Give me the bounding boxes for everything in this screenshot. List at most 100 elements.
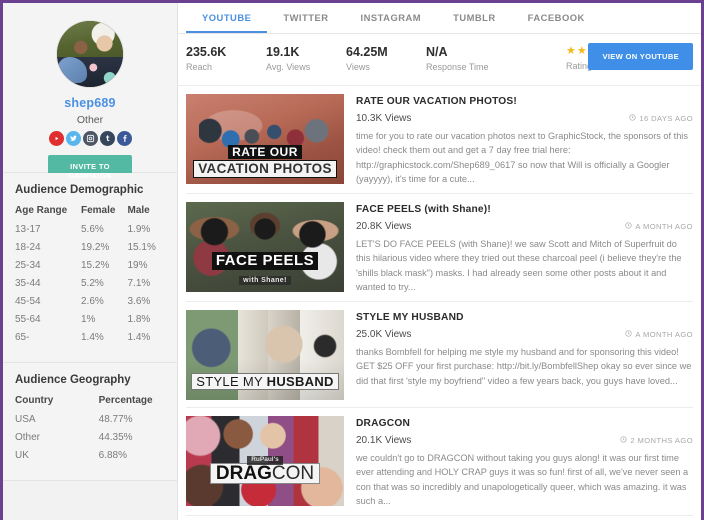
stat-label: Avg. Views <box>266 62 311 73</box>
video-info: RATE OUR VACATION PHOTOS! 10.3K Views 16 D… <box>356 94 693 186</box>
video-list-item[interactable]: RuPaul's DRAGCON DRAGCON 20.1K Views 2 MONTH… <box>186 408 693 516</box>
demographic-cell-1: 1.4% <box>81 332 104 343</box>
video-title[interactable]: FACE PEELS (with Shane)! <box>356 204 693 215</box>
profile-avatar[interactable] <box>57 21 123 87</box>
demographic-cell-2: 1.9% <box>127 224 151 235</box>
table-row: 55-64 1% 1.8% <box>15 314 165 332</box>
table-row: 13-17 5.6% 1.9% <box>15 224 165 242</box>
tab-tumblr[interactable]: TUMBLR <box>437 12 512 33</box>
table-row: UK 6.88% <box>15 450 165 468</box>
demographic-cell-1: 5.2% <box>81 278 104 289</box>
profile-card: shep689 Other INVITE TO CAMPAIGN <box>3 3 177 187</box>
video-description: LET'S DO FACE PEELS (with Shane)! we saw… <box>356 239 682 292</box>
geography-cell-0: UK <box>15 450 29 461</box>
video-list-item[interactable]: STYLE MY HUSBAND STYLE MY HUSBAND 25.0K Vi… <box>186 302 693 408</box>
video-thumbnail[interactable]: RATE OUR VACATION PHOTOS <box>186 94 344 184</box>
demographic-cell-2: 19% <box>127 260 148 271</box>
stat-avg-views: 19.1K Avg. Views <box>266 45 346 72</box>
stat-label: Response Time <box>426 62 489 73</box>
stat-value: 235.6K <box>186 45 227 59</box>
stat-value: 19.1K <box>266 45 300 59</box>
video-thumbnail[interactable]: FACE PEELS with Shane! <box>186 202 344 292</box>
tumblr-icon[interactable] <box>99 131 115 146</box>
video-thumbnail[interactable]: STYLE MY HUSBAND <box>186 310 344 400</box>
table-row: 65- 1.4% 1.4% <box>15 332 165 350</box>
video-published-text: 2 MONTHS AGO <box>630 436 693 445</box>
video-info: DRAGCON 20.1K Views 2 MONTHS AGO we couldn'… <box>356 416 693 508</box>
tab-youtube[interactable]: YOUTUBE <box>186 12 268 33</box>
thumbnail-subjects <box>186 310 344 400</box>
table-row: 45-54 2.6% 3.6% <box>15 296 165 314</box>
demographic-cell-2: 7.1% <box>127 278 151 289</box>
video-published-ago: A MONTH AGO <box>625 222 693 231</box>
platform-tabs: YOUTUBE TWITTER INSTAGRAM TUMBLR FACEBOOK <box>178 3 701 34</box>
video-title[interactable]: RATE OUR VACATION PHOTOS! <box>356 96 693 107</box>
demographic-cell-0: 13-17 <box>15 224 41 235</box>
demographic-cell-1: 2.6% <box>81 296 104 307</box>
video-title[interactable]: STYLE MY HUSBAND <box>356 312 693 323</box>
stat-reach: 235.6K Reach <box>186 45 266 72</box>
video-description: we couldn't go to DRAGCON without taking… <box>356 453 689 506</box>
social-links <box>13 131 167 146</box>
stat-label: Reach <box>186 62 213 73</box>
thumbnail-subjects <box>198 113 332 170</box>
audience-demographic-panel: Audience Demographic Age Range Female Ma… <box>3 173 177 363</box>
demographic-cell-0: 35-44 <box>15 278 41 289</box>
video-description: thanks Bombfell for helping me style my … <box>356 347 692 386</box>
tab-twitter[interactable]: TWITTER <box>267 12 344 33</box>
youtube-icon[interactable] <box>48 131 64 146</box>
video-meta: 10.3K Views 16 DAYS AGO <box>356 113 693 124</box>
profile-user-type: Other <box>76 114 104 126</box>
main-content: YOUTUBE TWITTER INSTAGRAM TUMBLR FACEBOOK 23… <box>178 3 701 520</box>
video-view-count: 25.0K Views <box>356 329 412 340</box>
profile-username[interactable]: shep689 <box>13 96 167 110</box>
facebook-icon[interactable] <box>116 131 132 146</box>
demographic-cell-0: 45-54 <box>15 296 41 307</box>
video-thumbnail[interactable]: RuPaul's DRAGCON <box>186 416 344 506</box>
table-row: USA 48.77% <box>15 414 165 432</box>
video-published-ago: 16 DAYS AGO <box>629 114 693 123</box>
video-published-text: A MONTH AGO <box>635 330 693 339</box>
table-row: 25-34 15.2% 19% <box>15 260 165 278</box>
column-header-country: Country <box>15 395 54 406</box>
demographic-cell-1: 1% <box>81 314 96 325</box>
audience-demographic-title: Audience Demographic <box>15 184 144 196</box>
demographic-cell-2: 1.4% <box>127 332 151 343</box>
column-header-male: Male <box>127 205 150 216</box>
demographic-cell-0: 55-64 <box>15 314 41 325</box>
video-published-text: A MONTH AGO <box>635 222 693 231</box>
geography-cell-0: Other <box>15 432 41 443</box>
tab-instagram[interactable]: INSTAGRAM <box>345 12 438 33</box>
instagram-icon[interactable] <box>82 131 98 146</box>
video-info: FACE PEELS (with Shane)! 20.8K Views A MON… <box>356 202 693 294</box>
audience-geography-title: Audience Geography <box>15 374 131 386</box>
demographic-cell-1: 19.2% <box>81 242 110 253</box>
video-published-ago: 2 MONTHS AGO <box>620 436 693 445</box>
column-header-percentage: Percentage <box>98 395 153 406</box>
stat-views: 64.25M Views <box>346 45 426 72</box>
stat-response-time: N/A Response Time <box>426 45 506 72</box>
geography-cell-0: USA <box>15 414 36 425</box>
table-header-row: Country Percentage <box>15 395 165 414</box>
stats-bar: 235.6K Reach 19.1K Avg. Views 64.25M Vie… <box>178 34 701 86</box>
video-description: time for you to rate our vacation photos… <box>356 131 688 184</box>
video-list-item[interactable]: RATE OUR VACATION PHOTOS RATE OUR VACATION… <box>186 86 693 194</box>
demographic-cell-1: 5.6% <box>81 224 104 235</box>
video-title[interactable]: DRAGCON <box>356 418 693 429</box>
twitter-icon[interactable] <box>65 131 81 146</box>
table-row: Other 44.35% <box>15 432 165 450</box>
thumbnail-subjects <box>186 416 344 506</box>
demographic-cell-0: 65- <box>15 332 30 343</box>
video-published-ago: A MONTH AGO <box>625 330 693 339</box>
audience-geography-table: Country Percentage USA 48.77% Other 44.35% U… <box>15 395 165 468</box>
table-row: 35-44 5.2% 7.1% <box>15 278 165 296</box>
demographic-cell-2: 3.6% <box>127 296 151 307</box>
clock-icon <box>625 222 633 231</box>
video-view-count: 20.8K Views <box>356 221 412 232</box>
video-meta: 20.8K Views A MONTH AGO <box>356 221 693 232</box>
geography-cell-1: 44.35% <box>98 432 133 443</box>
view-on-youtube-button[interactable]: VIEW ON YOUTUBE <box>588 43 693 70</box>
tab-facebook[interactable]: FACEBOOK <box>512 12 601 33</box>
video-list-item[interactable]: FACE PEELS with Shane! FACE PEELS (with Sh… <box>186 194 693 302</box>
video-meta: 25.0K Views A MONTH AGO <box>356 329 693 340</box>
